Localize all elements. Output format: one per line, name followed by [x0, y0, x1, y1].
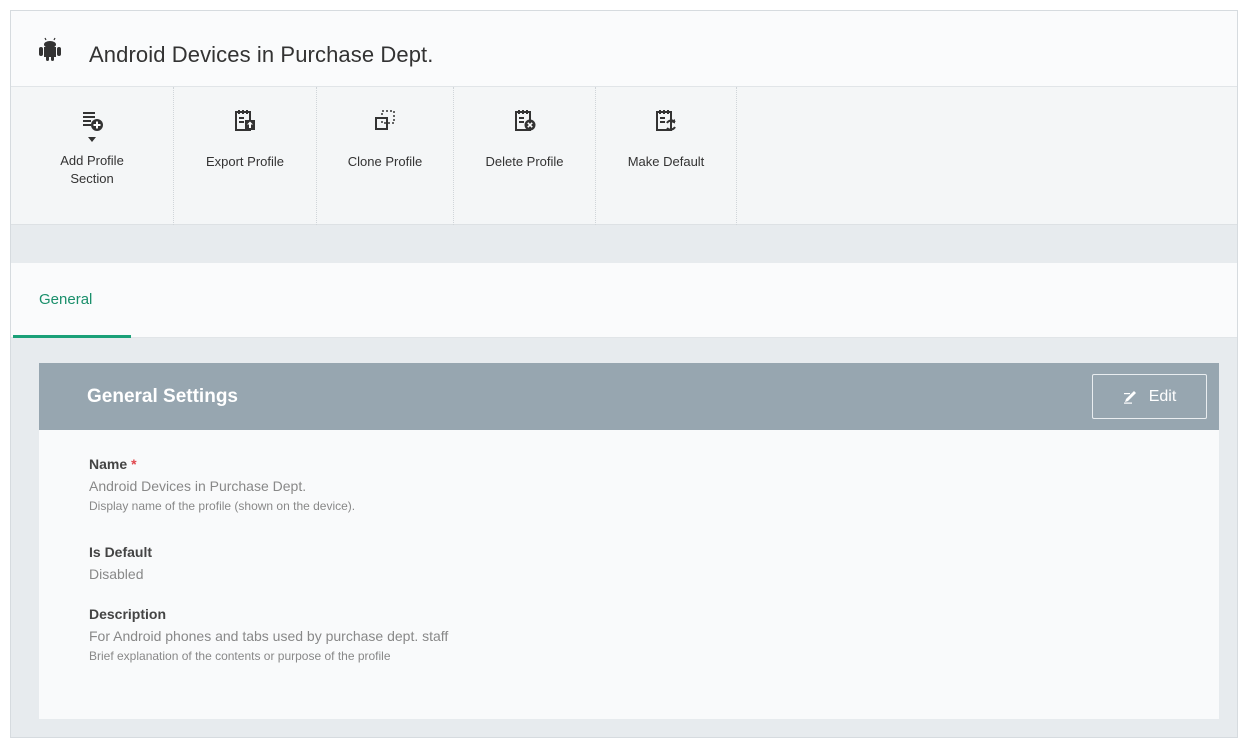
toolbar: Add Profile Section Export Profile Clone… [11, 87, 1237, 225]
description-label: Description [89, 606, 167, 622]
profile-frame: Android Devices in Purchase Dept. Add Pr… [10, 10, 1238, 738]
clone-profile-button[interactable]: Clone Profile [317, 87, 454, 225]
android-icon [39, 37, 61, 61]
make-default-icon [656, 110, 676, 131]
page-title: Android Devices in Purchase Dept. [89, 42, 434, 67]
edit-button[interactable]: Edit [1092, 374, 1207, 419]
make-default-label: Make Default [627, 154, 705, 169]
is-default-value: Disabled [89, 566, 144, 582]
name-help: Display name of the profile (shown on th… [89, 499, 356, 513]
delete-profile-button[interactable]: Delete Profile [454, 87, 596, 225]
add-profile-section-button[interactable]: Add Profile Section [11, 87, 174, 225]
description-value: For Android phones and tabs used by purc… [89, 628, 449, 644]
export-icon [235, 110, 255, 131]
delete-profile-label: Delete Profile [485, 154, 564, 169]
panel-title: General Settings [87, 386, 238, 407]
add-profile-label-line1: Add Profile [60, 153, 124, 168]
add-profile-label-line2: Section [70, 171, 114, 186]
tabs-bar: General [11, 263, 1237, 338]
edit-icon [1123, 390, 1136, 404]
is-default-label: Is Default [89, 544, 153, 560]
title-bar: Android Devices in Purchase Dept. [11, 11, 1237, 87]
clone-icon [375, 110, 395, 130]
name-value: Android Devices in Purchase Dept. [89, 478, 307, 494]
name-label: Name [89, 456, 128, 472]
required-marker: * [131, 456, 137, 472]
tab-general-label: General [39, 291, 93, 308]
clone-profile-label: Clone Profile [347, 154, 423, 169]
add-section-icon [83, 112, 103, 131]
panel-header: General Settings Edit [39, 363, 1219, 430]
description-field: Description For Android phones and tabs … [89, 606, 448, 663]
chevron-down-icon [88, 137, 96, 142]
is-default-field: Is Default Disabled [89, 544, 152, 582]
edit-button-label: Edit [1148, 387, 1177, 405]
general-settings-panel: General Settings Edit Name * Android Devi… [39, 363, 1219, 719]
delete-icon [514, 110, 535, 131]
export-profile-button[interactable]: Export Profile [174, 87, 317, 225]
make-default-button[interactable]: Make Default [596, 87, 737, 225]
name-field: Name * Android Devices in Purchase Dept. … [89, 456, 355, 513]
description-help: Brief explanation of the contents or pur… [89, 649, 391, 663]
export-profile-label: Export Profile [205, 154, 285, 169]
tab-general[interactable]: General [13, 263, 131, 338]
